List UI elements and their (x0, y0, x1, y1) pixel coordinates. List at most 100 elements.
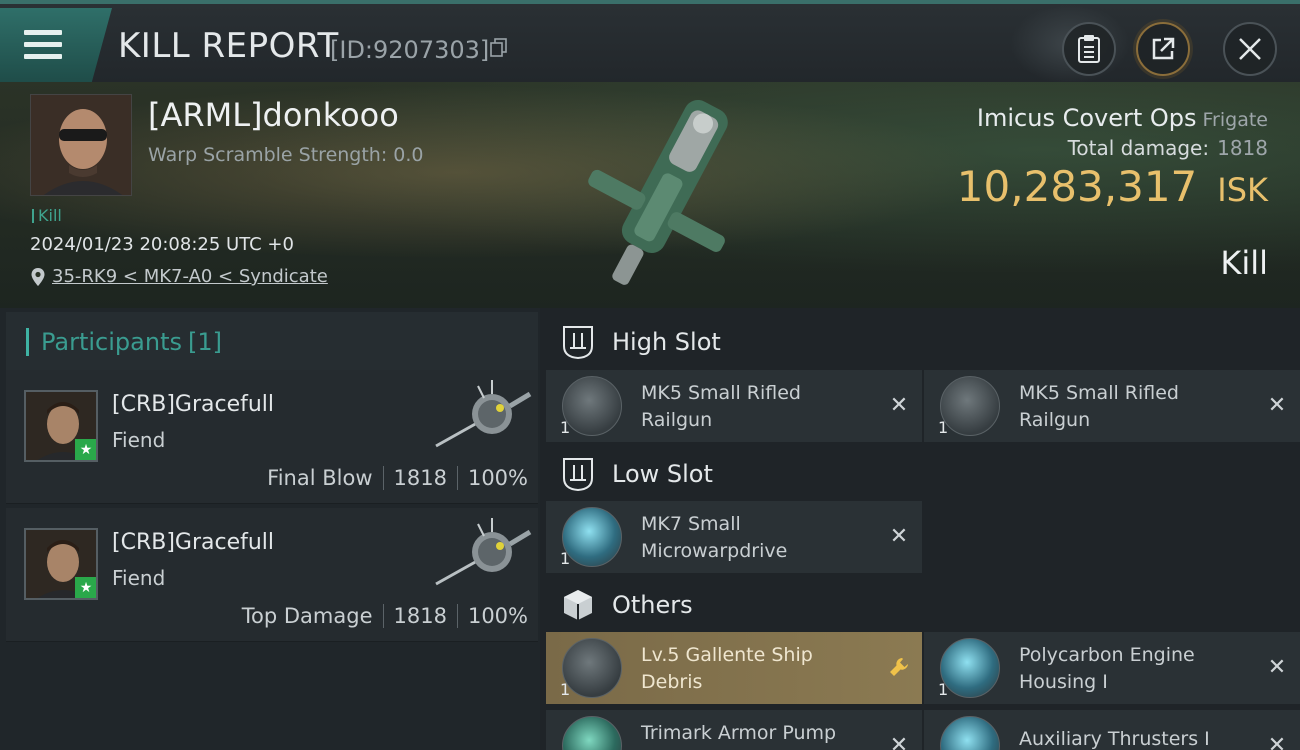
low-slot-label: Low Slot (612, 460, 713, 488)
isk-value: 10,283,317 (956, 162, 1198, 211)
high-slot-header: High Slot (548, 314, 721, 370)
isk-line: 10,283,317 ISK (957, 162, 1268, 211)
header-accent-bar (26, 328, 29, 356)
module-item[interactable]: Auxiliary Thrusters I ✕ (924, 710, 1300, 750)
wrench-icon (886, 654, 912, 680)
others-label: Others (612, 591, 693, 619)
module-quantity: 1 (560, 549, 571, 568)
module-item[interactable]: 1 Lv.5 Gallente Ship Debris (546, 632, 922, 704)
module-item[interactable]: 1 MK5 Small Rifled Railgun ✕ (546, 370, 922, 442)
module-quantity: 1 (560, 418, 571, 437)
destroyed-x-icon: ✕ (1267, 392, 1287, 418)
participant-row[interactable]: ★ [CRB]Gracefull Fiend Top Damage 1818 1… (6, 508, 538, 642)
low-slot-icon (563, 458, 593, 492)
report-id: [ID:9207303] (330, 36, 490, 64)
others-header: Others (548, 577, 693, 633)
page-title: KILL REPORT (118, 26, 339, 66)
participant-stats: Final Blow 1818 100% (267, 466, 528, 490)
kill-datetime: 2024/01/23 20:08:25 UTC +0 (30, 234, 294, 255)
module-name: Polycarbon Engine Housing I (1019, 644, 1195, 693)
high-slot-label: High Slot (612, 328, 721, 356)
ship-name-line: Imicus Covert Ops Frigate (957, 104, 1268, 132)
participant-ship: Fiend (112, 566, 166, 590)
module-item[interactable]: 1 MK5 Small Rifled Railgun ✕ (924, 370, 1300, 442)
participant-ship: Fiend (112, 428, 166, 452)
participants-panel: Participants [1] ★ [CRB]Gracefull Fiend … (0, 308, 540, 750)
close-icon (1239, 38, 1261, 60)
participant-role: Top Damage (241, 604, 373, 628)
total-damage-value: 1818 (1217, 136, 1268, 160)
module-item[interactable]: 1 MK7 Small Microwarpdrive ✕ (546, 501, 922, 573)
participant-name[interactable]: [CRB]Gracefull (112, 530, 274, 555)
total-damage-line: Total damage: 1818 (957, 136, 1268, 160)
participant-portrait[interactable]: ★ (24, 390, 98, 462)
engine-housing-icon (940, 638, 1000, 698)
victim-name[interactable]: [ARML]donkooo (148, 96, 399, 134)
participant-role: Final Blow (267, 466, 373, 490)
victim-ship-render (588, 99, 728, 285)
destroyed-x-icon: ✕ (1267, 654, 1287, 680)
kill-location[interactable]: 35-RK9 < MK7-A0 < Syndicate (30, 266, 328, 287)
ship-name[interactable]: Imicus Covert Ops (977, 104, 1197, 132)
share-button[interactable] (1136, 22, 1190, 76)
clipboard-icon (1078, 35, 1100, 63)
participants-label: Participants (41, 328, 182, 356)
divider (382, 466, 384, 490)
divider (456, 466, 458, 490)
destroyed-x-icon: ✕ (889, 732, 909, 750)
ship-debris-icon (562, 638, 622, 698)
participants-count: [1] (187, 328, 222, 356)
module-item[interactable]: Trimark Armor Pump ✕ (546, 710, 922, 750)
ship-summary: Imicus Covert Ops Frigate Total damage: 18… (957, 104, 1268, 211)
location-link[interactable]: 35-RK9 < MK7-A0 < Syndicate (52, 266, 328, 287)
participants-header: Participants [1] (6, 312, 538, 372)
isk-unit: ISK (1217, 171, 1268, 209)
destroyed-x-icon: ✕ (1267, 732, 1287, 750)
close-button[interactable] (1223, 22, 1277, 76)
microwarpdrive-icon (562, 507, 622, 567)
share-icon (1152, 37, 1175, 60)
high-slot-icon (563, 326, 593, 360)
victim-avatar (31, 95, 131, 195)
copy-icon[interactable] (490, 38, 508, 58)
railgun-icon (940, 376, 1000, 436)
participant-ship-icon (435, 380, 532, 448)
location-pin-icon (31, 267, 45, 286)
clipboard-button[interactable] (1062, 22, 1116, 76)
top-bar: KILL REPORT [ID:9207303] (0, 0, 1300, 84)
participant-damage: 1818 (393, 466, 447, 490)
module-name: Lv.5 Gallente Ship Debris (641, 644, 813, 693)
module-name: MK5 Small Rifled Railgun (641, 382, 801, 431)
menu-button[interactable] (0, 8, 112, 82)
participant-damage: 1818 (393, 604, 447, 628)
menu-icon (24, 30, 62, 60)
module-quantity: 1 (938, 680, 949, 699)
participant-row[interactable]: ★ [CRB]Gracefull Fiend Final Blow 1818 1… (6, 370, 538, 504)
thrusters-icon (940, 716, 1000, 750)
victim-portrait[interactable] (30, 94, 132, 196)
participant-percent: 100% (467, 604, 528, 628)
destroyed-x-icon: ✕ (889, 392, 909, 418)
participant-ship-icon (435, 518, 532, 586)
module-quantity: 1 (560, 680, 571, 699)
railgun-icon (562, 376, 622, 436)
low-slot-header: Low Slot (548, 446, 713, 502)
participant-portrait[interactable]: ★ (24, 528, 98, 600)
module-name: MK7 Small Microwarpdrive (641, 513, 788, 562)
result-label: Kill (1220, 244, 1268, 282)
participant-stats: Top Damage 1818 100% (242, 604, 528, 628)
warp-scramble-strength: Warp Scramble Strength: 0.0 (148, 144, 424, 166)
module-name: MK5 Small Rifled Railgun (1019, 382, 1179, 431)
divider (456, 604, 458, 628)
kill-tag: Kill (32, 206, 62, 225)
module-name: Trimark Armor Pump (641, 722, 837, 744)
participant-percent: 100% (467, 466, 528, 490)
participant-name[interactable]: [CRB]Gracefull (112, 392, 274, 417)
destroyed-x-icon: ✕ (889, 523, 909, 549)
ship-class: Frigate (1202, 109, 1268, 131)
module-item[interactable]: 1 Polycarbon Engine Housing I ✕ (924, 632, 1300, 704)
divider (382, 604, 384, 628)
fitting-panel: High Slot 1 MK5 Small Rifled Railgun ✕ 1… (540, 308, 1300, 750)
star-icon: ★ (75, 439, 96, 460)
armor-pump-icon (562, 716, 622, 750)
